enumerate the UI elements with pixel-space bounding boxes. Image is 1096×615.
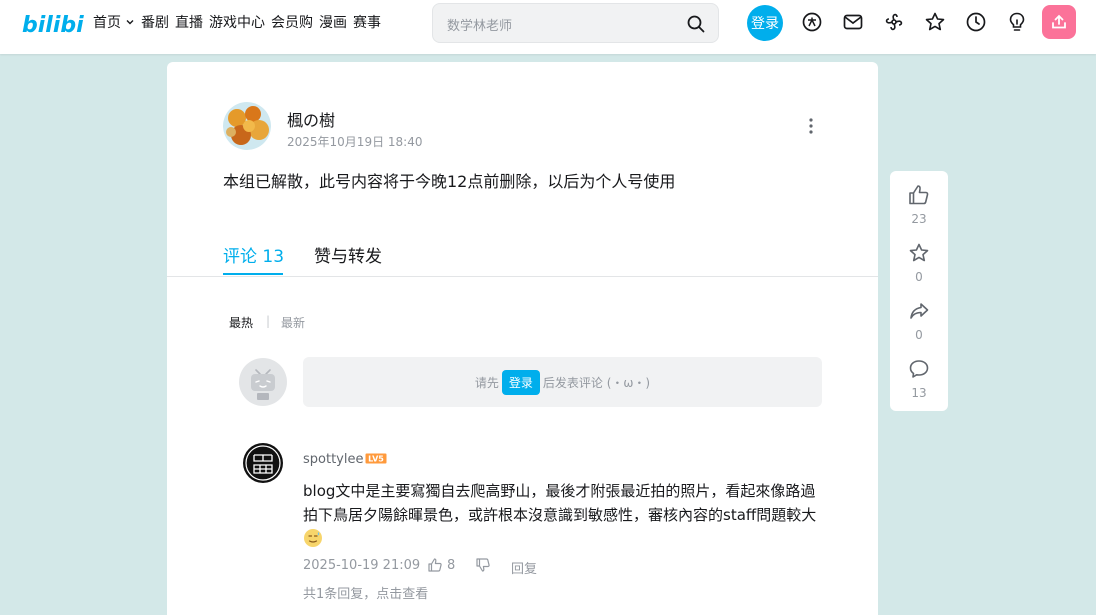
guest-avatar [239,358,287,406]
side-like-count: 23 [911,212,927,226]
level-text: LV5 [368,455,384,464]
dynamic-icon[interactable] [882,10,906,34]
login-prompt-suffix: 后发表评论 (・ω・) [542,375,651,390]
author-avatar[interactable] [223,102,271,150]
message-icon[interactable] [841,10,865,34]
nav-live[interactable]: 直播 [175,12,203,32]
side-share-count: 0 [915,328,923,342]
top-navigation-bar: bilibili 首页 番剧 直播 游戏中心 会员购 漫画 赛事 数学林老师 登… [0,0,1096,54]
tv-mascot-icon [251,369,275,400]
search-placeholder: 数学林老师 [447,19,513,34]
search-input[interactable]: 数学林老师 [432,3,719,43]
side-action-panel: 23 0 0 13 [890,171,948,411]
nav-mall[interactable]: 会员购 [271,12,313,32]
svg-text:bilibili: bilibili [22,13,84,38]
tab-divider [167,276,878,277]
upload-button[interactable] [1042,5,1076,39]
sweat-smile-emoji-icon [304,529,322,547]
chevron-down-icon [126,20,134,25]
more-options-icon[interactable] [801,116,821,136]
publish-time: 2025年10月19日 18:40 [287,135,423,149]
active-tab-indicator [223,273,283,275]
upload-icon [1052,14,1066,29]
post-content: 本组已解散，此号内容将于今晚12点前删除，以后为个人号使用 [223,172,676,191]
nav-esports[interactable]: 赛事 [353,12,381,32]
nav-home-label: 首页 [93,15,121,31]
side-favorite-button[interactable]: 0 [890,241,948,284]
login-button[interactable]: 登录 [747,5,783,41]
avatar-image [223,102,271,150]
side-share-button[interactable]: 0 [890,299,948,342]
login-prompt-prefix: 请先 [474,375,499,390]
comment-login-button[interactable]: 登录 [501,369,540,395]
side-comment-button[interactable]: 13 [890,357,948,400]
sort-new[interactable]: 最新 [281,314,305,331]
author-name[interactable]: 楓の樹 [287,107,335,131]
thumbs-up-icon[interactable] [427,557,443,573]
comment-text: blog文中是主要寫獨自去爬高野山，最後才附張最近拍的照片，看起來像路過拍下鳥居… [303,482,817,524]
level-badge: LV5 [365,453,387,464]
post-card: 楓の樹 2025年10月19日 18:40 本组已解散，此号内容将于今晚12点前… [167,62,878,615]
comment-time: 2025-10-19 21:09 [303,558,421,573]
share-arrow-icon [910,303,929,319]
commenter-avatar[interactable] [243,443,283,483]
search-icon[interactable] [686,14,706,34]
tab-comments[interactable]: 评论 13 [223,242,284,267]
nav-manga[interactable]: 漫画 [319,12,347,32]
tab-likes-reposts[interactable]: 赞与转发 [314,242,382,267]
thumbs-up-icon [909,185,929,205]
creation-icon[interactable] [1005,10,1029,34]
thumbs-down-icon[interactable] [475,557,491,573]
comment-login-prompt: 请先 登录 后发表评论 (・ω・) [303,357,822,407]
reply-button[interactable]: 回复 [511,558,537,577]
commenter-name[interactable]: spottylee [303,452,363,467]
bilibili-logo[interactable]: bilibili [22,8,84,38]
comment-like-count: 8 [447,558,456,573]
sort-hot[interactable]: 最热 [229,314,253,331]
side-favorite-count: 0 [915,270,923,284]
nav-home[interactable]: 首页 [93,12,135,32]
sort-separator: | [266,314,271,328]
vip-icon[interactable] [800,10,824,34]
avatar-image [245,445,281,481]
main-nav: 首页 番剧 直播 游戏中心 会员购 漫画 赛事 [93,0,387,44]
nav-game-center[interactable]: 游戏中心 [209,12,265,32]
nav-anime[interactable]: 番剧 [141,12,169,32]
side-like-button[interactable]: 23 [890,183,948,226]
favorites-icon[interactable] [923,10,947,34]
history-icon[interactable] [964,10,988,34]
star-icon [909,243,929,262]
comment-bubble-icon [909,360,929,378]
side-comment-count: 13 [911,386,927,400]
view-replies-link[interactable]: 共1条回复，点击查看 [303,583,428,602]
